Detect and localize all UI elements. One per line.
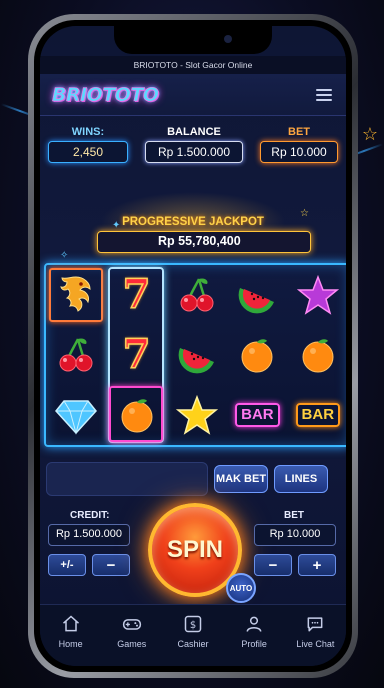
reel-symbol [167,265,227,325]
nav-label: Live Chat [296,639,335,649]
bar-symbol: BAR [295,403,341,427]
wins-stat: WINS: 2,450 [48,126,128,163]
phone-notch [114,26,272,54]
browser-title: BRIOTOTO - Slot Gacor Online [40,56,346,74]
reel-symbol: 7 [106,325,166,385]
nav-games[interactable]: Games [103,614,161,649]
credit-label: CREDIT: [70,510,110,521]
seven-icon: 7 [122,331,151,378]
reel-symbol: BAR [227,385,287,445]
jackpot-value: Rp 55,780,400 [97,231,311,253]
balance-stat: BALANCE Rp 1.500.000 [145,126,243,163]
bar-symbol: BAR [235,403,280,427]
controls-row: MAK BET LINES [46,462,340,496]
max-bet-button[interactable]: MAK BET [214,465,268,493]
reel-symbol [46,265,106,325]
app-header: BRIOTOTO [40,74,346,116]
bet-stat: BET Rp 10.000 [260,126,338,163]
orange-icon [241,339,273,373]
reel-symbol: 7 [106,265,166,325]
bet-minus-button[interactable]: − [254,554,292,576]
home-icon [62,615,79,632]
background-star-icon: ☆ [361,124,378,144]
nav-live-chat[interactable]: Live Chat [286,614,344,649]
reel-symbol [288,265,346,325]
svg-text:$: $ [190,620,196,631]
cashier-icon: $ [184,615,202,633]
reel-symbol: BAR [288,385,346,445]
stats-bar: WINS: 2,450 BALANCE Rp 1.500.000 BET Rp … [48,126,338,163]
lines-button[interactable]: LINES [274,465,328,493]
nav-profile[interactable]: Profile [225,614,283,649]
star-icon [296,274,339,315]
reel-symbol [227,265,287,325]
bet-control-label: BET [284,510,304,521]
jackpot-title: PROGRESSIVE JACKPOT [122,216,264,228]
watermelon-icon [239,288,275,314]
nav-label: Cashier [177,639,209,649]
chat-icon [307,617,323,632]
brand-logo[interactable]: BRIOTOTO [52,83,160,106]
star-icon [175,394,218,435]
slot-reels: 7 7 BAR BAR [44,263,346,447]
phone-frame: BRIOTOTO - Slot Gacor Online BRIOTOTO WI… [28,14,358,678]
orange-icon [121,399,153,433]
app-screen: BRIOTOTO - Slot Gacor Online BRIOTOTO WI… [40,26,346,666]
reel-symbol [227,325,287,385]
hamburger-menu-icon[interactable] [316,88,332,101]
credit-value: Rp 1.500.000 [48,524,130,546]
bet-label: BET [288,126,310,138]
cherry-icon [59,338,93,372]
cherry-icon [180,278,214,312]
balance-value: Rp 1.500.000 [145,141,243,163]
sparkle-icon: ✧ [60,250,69,261]
profile-icon [246,616,262,632]
reel-symbol [46,325,106,385]
auto-spin-button[interactable]: AUTO [226,573,256,603]
message-display [46,462,208,496]
wins-label: WINS: [71,126,105,138]
bet-control-value: Rp 10.000 [254,524,336,546]
bet-value: Rp 10.000 [260,141,338,163]
watermelon-icon [178,348,214,374]
orange-icon [302,339,334,373]
nav-cashier[interactable]: $ Cashier [164,614,222,649]
dragon-icon [60,276,91,312]
nav-label: Home [58,639,83,649]
seven-icon: 7 [122,271,151,318]
nav-home[interactable]: Home [42,614,100,649]
nav-label: Profile [241,639,267,649]
bet-plus-button[interactable]: + [298,554,336,576]
reel-symbol [167,385,227,445]
nav-label: Games [117,639,147,649]
reel-symbol [167,325,227,385]
gamepad-icon [122,619,141,630]
wins-value: 2,450 [48,141,128,163]
diamond-icon [55,400,98,435]
reel-symbol [106,385,166,445]
jackpot-panel: ✦ ☆ ✧ PROGRESSIVE JACKPOT Rp 55,780,400 [40,192,346,261]
reel-symbol [288,325,346,385]
plus-minus-button[interactable]: +/- [48,554,86,576]
balance-label: BALANCE [167,126,221,138]
credit-minus-button[interactable]: − [92,554,130,576]
bottom-navigation: Home Games $ Cashier Profile Live Chat [40,604,346,666]
reel-symbol [46,385,106,445]
